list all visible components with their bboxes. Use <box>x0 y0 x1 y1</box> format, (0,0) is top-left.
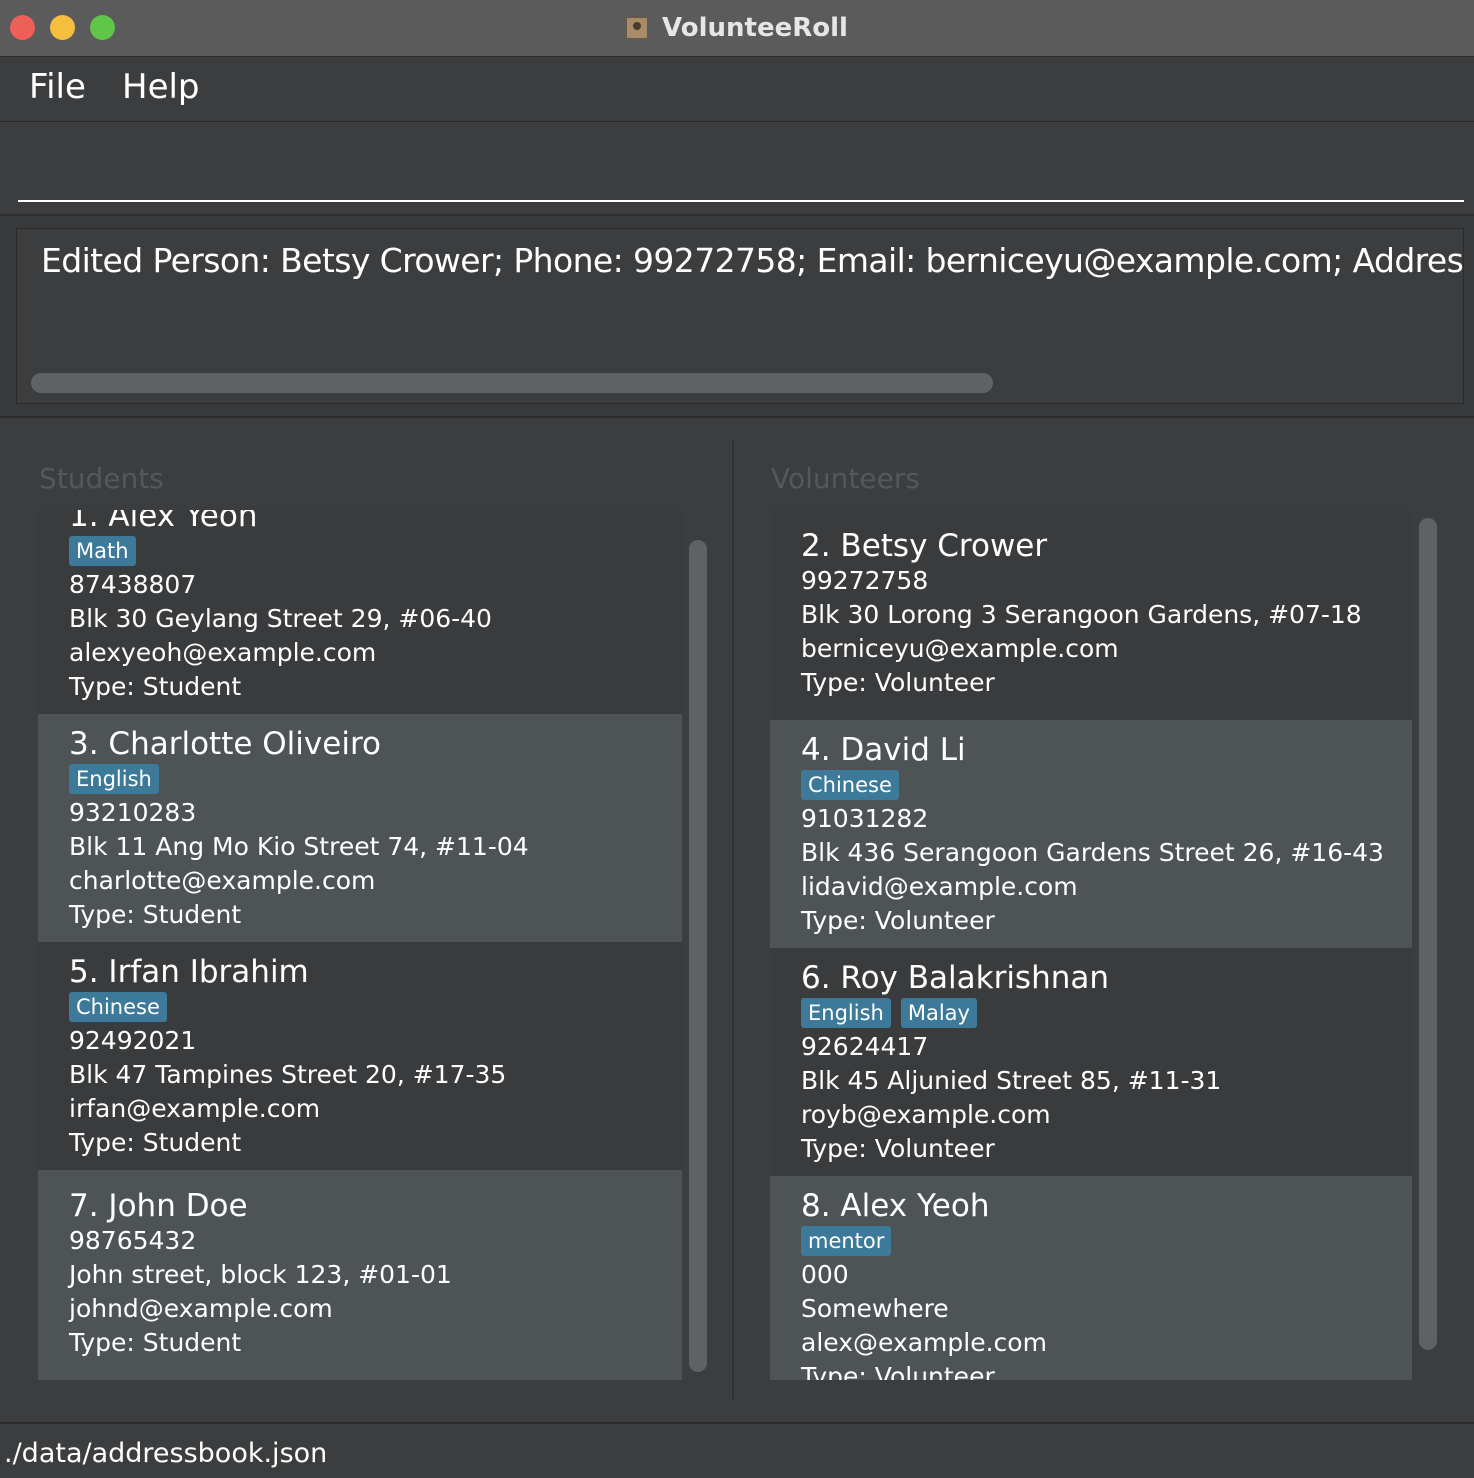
menu-bar: File Help <box>0 57 1474 122</box>
person-name: 5. Irfan Ibrahim <box>69 954 309 990</box>
tag: Chinese <box>69 992 167 1022</box>
person-type: Type: Volunteer <box>801 668 995 697</box>
app-icon <box>626 17 649 39</box>
person-lists: Students Volunteers 1. Alex Yeoh Math 87… <box>0 418 1474 1422</box>
person-address: Blk 11 Ang Mo Kio Street 74, #11-04 <box>69 832 529 861</box>
list-item[interactable]: 8. Alex Yeoh mentor 000 Somewhere alex@e… <box>770 1176 1412 1380</box>
person-address: Blk 30 Lorong 3 Serangoon Gardens, #07-1… <box>801 600 1362 629</box>
list-item[interactable]: 7. John Doe 98765432 John street, block … <box>38 1170 682 1380</box>
tag-row: English Malay <box>801 998 1412 1028</box>
list-item[interactable]: 3. Charlotte Oliveiro English 93210283 B… <box>38 714 682 942</box>
person-email: alex@example.com <box>801 1328 1047 1357</box>
person-phone: 93210283 <box>69 798 197 827</box>
tag: Chinese <box>801 770 899 800</box>
students-panel-title: Students <box>39 462 164 495</box>
person-name: 4. David Li <box>801 732 966 768</box>
person-address: Blk 436 Serangoon Gardens Street 26, #16… <box>801 838 1384 867</box>
students-list[interactable]: 1. Alex Yeoh Math 87438807 Blk 30 Geylan… <box>38 510 682 1380</box>
result-message: Edited Person: Betsy Crower; Phone: 9927… <box>41 241 1464 280</box>
tag: English <box>69 764 159 794</box>
save-location-path: ./data/addressbook.json <box>4 1438 328 1469</box>
person-type: Type: Volunteer <box>801 906 995 935</box>
person-phone: 91031282 <box>801 804 929 833</box>
person-phone: 92624417 <box>801 1032 929 1061</box>
person-name: 2. Betsy Crower <box>801 528 1048 564</box>
person-type: Type: Volunteer <box>801 1134 995 1163</box>
person-name: 7. John Doe <box>69 1188 248 1224</box>
person-phone: 92492021 <box>69 1026 197 1055</box>
result-horizontal-scrollbar[interactable] <box>31 373 993 393</box>
list-item[interactable]: 1. Alex Yeoh Math 87438807 Blk 30 Geylan… <box>38 510 682 714</box>
result-display-area: Edited Person: Betsy Crower; Phone: 9927… <box>0 216 1474 418</box>
tag-row: mentor <box>801 1226 1412 1256</box>
person-email: johnd@example.com <box>69 1294 333 1323</box>
tag: mentor <box>801 1226 892 1256</box>
status-bar: ./data/addressbook.json <box>0 1422 1474 1478</box>
tag: Math <box>69 536 136 566</box>
title-bar: VolunteeRoll <box>0 0 1474 57</box>
person-name: 8. Alex Yeoh <box>801 1188 990 1224</box>
panel-divider <box>732 440 734 1400</box>
students-vertical-scrollbar[interactable] <box>689 540 707 1372</box>
person-email: charlotte@example.com <box>69 866 376 895</box>
person-phone: 99272758 <box>801 566 929 595</box>
person-type: Type: Student <box>69 672 242 701</box>
person-address: Blk 30 Geylang Street 29, #06-40 <box>69 604 492 633</box>
volunteers-panel-title: Volunteers <box>771 462 920 495</box>
person-type: Type: Volunteer <box>801 1362 995 1380</box>
person-name: 3. Charlotte Oliveiro <box>69 726 381 762</box>
person-address: Blk 45 Aljunied Street 85, #11-31 <box>801 1066 1222 1095</box>
volunteers-list[interactable]: 2. Betsy Crower 99272758 Blk 30 Lorong 3… <box>770 510 1412 1380</box>
person-name: 1. Alex Yeoh <box>69 510 258 534</box>
tag: English <box>801 998 891 1028</box>
person-type: Type: Student <box>69 900 242 929</box>
tag-row: English <box>69 764 682 794</box>
list-item[interactable]: 2. Betsy Crower 99272758 Blk 30 Lorong 3… <box>770 510 1412 720</box>
menu-help[interactable]: Help <box>122 67 200 107</box>
person-email: alexyeoh@example.com <box>69 638 377 667</box>
person-email: berniceyu@example.com <box>801 634 1119 663</box>
person-type: Type: Student <box>69 1328 242 1357</box>
person-phone: 000 <box>801 1260 849 1289</box>
list-item[interactable]: 6. Roy Balakrishnan English Malay 926244… <box>770 948 1412 1176</box>
person-address: Somewhere <box>801 1294 949 1323</box>
person-address: Blk 47 Tampines Street 20, #17-35 <box>69 1060 507 1089</box>
command-area <box>0 122 1474 216</box>
window-title-wrap: VolunteeRoll <box>0 0 1474 56</box>
tag: Malay <box>900 998 977 1028</box>
menu-file[interactable]: File <box>29 67 86 107</box>
volunteers-vertical-scrollbar[interactable] <box>1419 518 1437 1350</box>
person-phone: 87438807 <box>69 570 197 599</box>
window-title: VolunteeRoll <box>662 13 848 43</box>
person-email: royb@example.com <box>801 1100 1051 1129</box>
person-email: irfan@example.com <box>69 1094 321 1123</box>
person-address: John street, block 123, #01-01 <box>69 1260 452 1289</box>
tag-row: Chinese <box>801 770 1412 800</box>
tag-row: Math <box>69 536 682 566</box>
list-item[interactable]: 5. Irfan Ibrahim Chinese 92492021 Blk 47… <box>38 942 682 1170</box>
list-item[interactable]: 4. David Li Chinese 91031282 Blk 436 Ser… <box>770 720 1412 948</box>
person-type: Type: Student <box>69 1128 242 1157</box>
person-phone: 98765432 <box>69 1226 197 1255</box>
tag-row: Chinese <box>69 992 682 1022</box>
result-display[interactable]: Edited Person: Betsy Crower; Phone: 9927… <box>16 228 1464 404</box>
person-email: lidavid@example.com <box>801 872 1078 901</box>
person-name: 6. Roy Balakrishnan <box>801 960 1110 996</box>
command-input[interactable] <box>18 144 1464 202</box>
